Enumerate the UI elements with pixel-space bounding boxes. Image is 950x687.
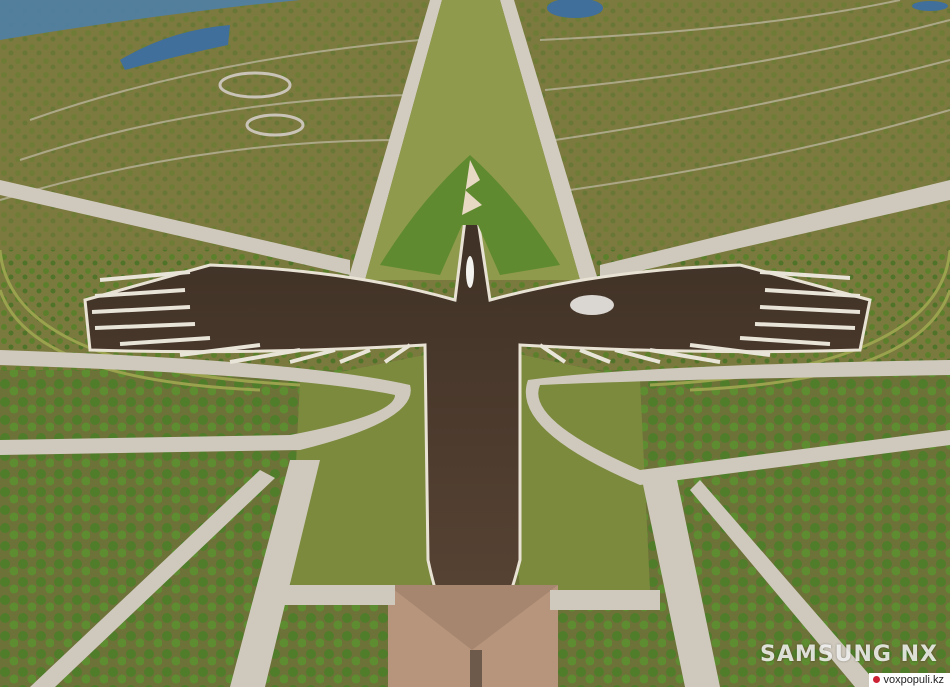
- source-credit: voxpopuli.kz: [869, 673, 950, 687]
- credit-dot-icon: [873, 676, 881, 683]
- bridge-left: [285, 585, 395, 605]
- camera-watermark: SAMSUNG NX: [760, 642, 938, 667]
- tail-walkway: [470, 650, 482, 687]
- wing-fountain-spray: [570, 295, 614, 315]
- park-aerial-photo: [0, 0, 950, 687]
- bridge-right: [550, 590, 660, 610]
- head-fountain-jet: [466, 256, 474, 288]
- credit-text: voxpopuli.kz: [883, 674, 944, 686]
- upper-right-pond-2: [912, 1, 948, 11]
